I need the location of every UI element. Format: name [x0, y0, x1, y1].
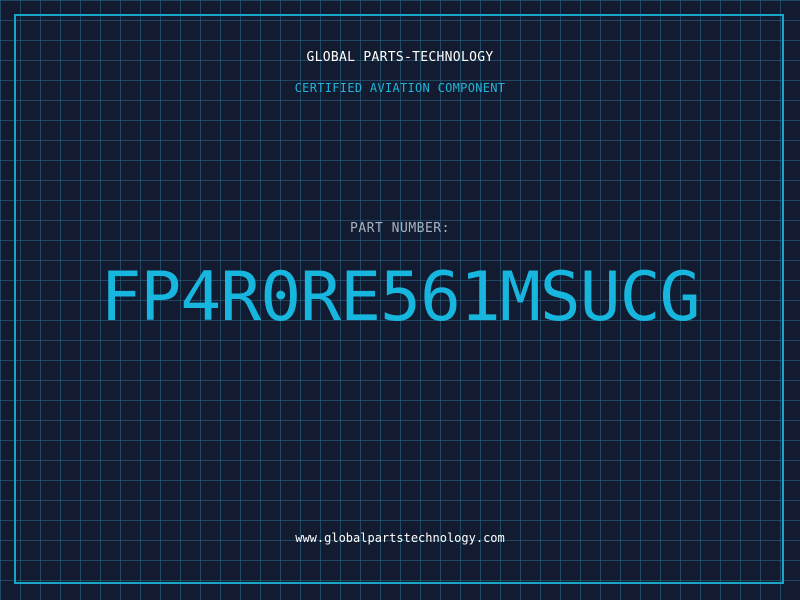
label-canvas: GLOBAL PARTS-TECHNOLOGY CERTIFIED AVIATI…	[0, 0, 800, 600]
part-number-value: FP4R0RE561MSUCG	[100, 258, 700, 337]
website-url: www.globalpartstechnology.com	[295, 531, 505, 545]
certification-tagline: CERTIFIED AVIATION COMPONENT	[294, 81, 506, 95]
company-name: GLOBAL PARTS-TECHNOLOGY	[306, 50, 494, 65]
part-number-label: PART NUMBER:	[350, 221, 450, 236]
